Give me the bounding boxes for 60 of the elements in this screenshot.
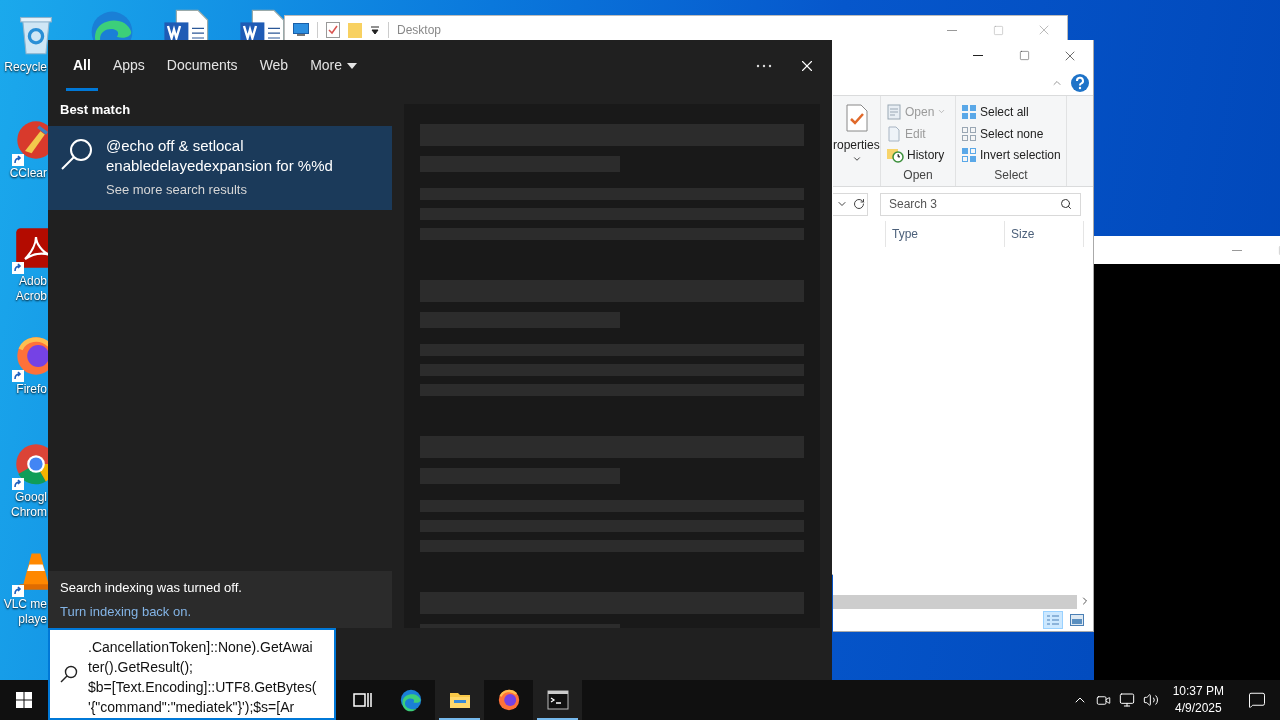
more-options-icon[interactable]: [756, 63, 772, 68]
section-heading: Best match: [59, 101, 132, 119]
terminal-icon[interactable]: [545, 688, 570, 712]
minimize-icon: [1232, 249, 1242, 251]
column-header[interactable]: Size: [1004, 221, 1084, 247]
ribbon-item[interactable]: History: [886, 144, 950, 166]
search-icon: [60, 136, 94, 171]
grid-icon: [961, 147, 977, 164]
notifications-icon[interactable]: [1248, 691, 1266, 709]
properties-icon[interactable]: [845, 104, 868, 132]
search-tab[interactable]: Documents: [155, 40, 249, 91]
clock-folder-icon: [886, 147, 904, 164]
maximize-icon: [1018, 50, 1030, 61]
edge-icon: [398, 688, 423, 712]
ribbon-group-label: Open: [902, 167, 934, 184]
best-match-result[interactable]: @echo off & setlocal enabledelayedexpansion for %%d See more search results: [48, 125, 392, 210]
dropdown-icon[interactable]: [370, 25, 380, 35]
document-icon: [886, 103, 902, 120]
search-tab[interactable]: Apps: [101, 40, 156, 91]
grid-icon: [961, 103, 977, 120]
ribbon-group-label: Select: [993, 167, 1029, 184]
picture-view-icon: [1070, 614, 1084, 626]
ribbon-item[interactable]: Select all: [961, 101, 1061, 123]
search-tab[interactable]: Web: [248, 40, 300, 91]
grid-icon: [961, 125, 977, 142]
task-view-icon[interactable]: [351, 690, 372, 710]
maximize-icon: [992, 24, 1004, 36]
monitor-icon[interactable]: [293, 23, 309, 37]
search-tab[interactable]: All: [62, 40, 102, 91]
properties-button[interactable]: roperties: [833, 136, 880, 154]
network-icon[interactable]: [1118, 692, 1135, 708]
see-more-link[interactable]: See more search results: [106, 179, 376, 199]
taskbar-app[interactable]: [435, 680, 484, 720]
clock[interactable]: 10:37 PM 4/9/2025: [1166, 683, 1230, 717]
search-field[interactable]: Search 3: [880, 192, 1081, 216]
details-view-icon: [1046, 614, 1060, 626]
search-icon: [60, 665, 78, 683]
checklist-icon[interactable]: [326, 22, 340, 38]
window-title: Desktop: [397, 22, 442, 39]
search-icon: [1060, 198, 1072, 210]
search-tab[interactable]: More: [299, 40, 369, 91]
ribbon-item[interactable]: Select none: [961, 122, 1061, 145]
refresh-icon[interactable]: [852, 198, 865, 210]
minimize-icon: [973, 55, 983, 56]
minimize-icon: [947, 29, 957, 31]
scrollbar-track[interactable]: [833, 595, 1077, 609]
turn-indexing-on-link[interactable]: Turn indexing back on.: [60, 601, 380, 621]
taskbar-app[interactable]: [533, 680, 582, 720]
search-field[interactable]: .CancellationToken]::None).GetAwai ter().GetResult(); $b=[Text.Encoding]::UTF8.GetBytes( '{"command":"mediatek"}');$s=[Ar: [48, 628, 336, 720]
ribbon-item[interactable]: Invert selection: [961, 144, 1061, 166]
volume-icon[interactable]: [1142, 692, 1159, 708]
page-icon: [886, 125, 902, 142]
windows-logo-icon: [16, 692, 32, 708]
help-icon[interactable]: [1071, 74, 1089, 92]
large-icons-view-button[interactable]: [1067, 611, 1087, 629]
firefox-icon: [496, 688, 521, 712]
notice-text: Search indexing was turned off.: [60, 579, 243, 597]
result-title: @echo off & setlocal enabledelayedexpansion for %%d: [106, 135, 334, 176]
caret-icon[interactable]: [851, 154, 862, 164]
column-header[interactable]: Type: [885, 221, 1004, 247]
